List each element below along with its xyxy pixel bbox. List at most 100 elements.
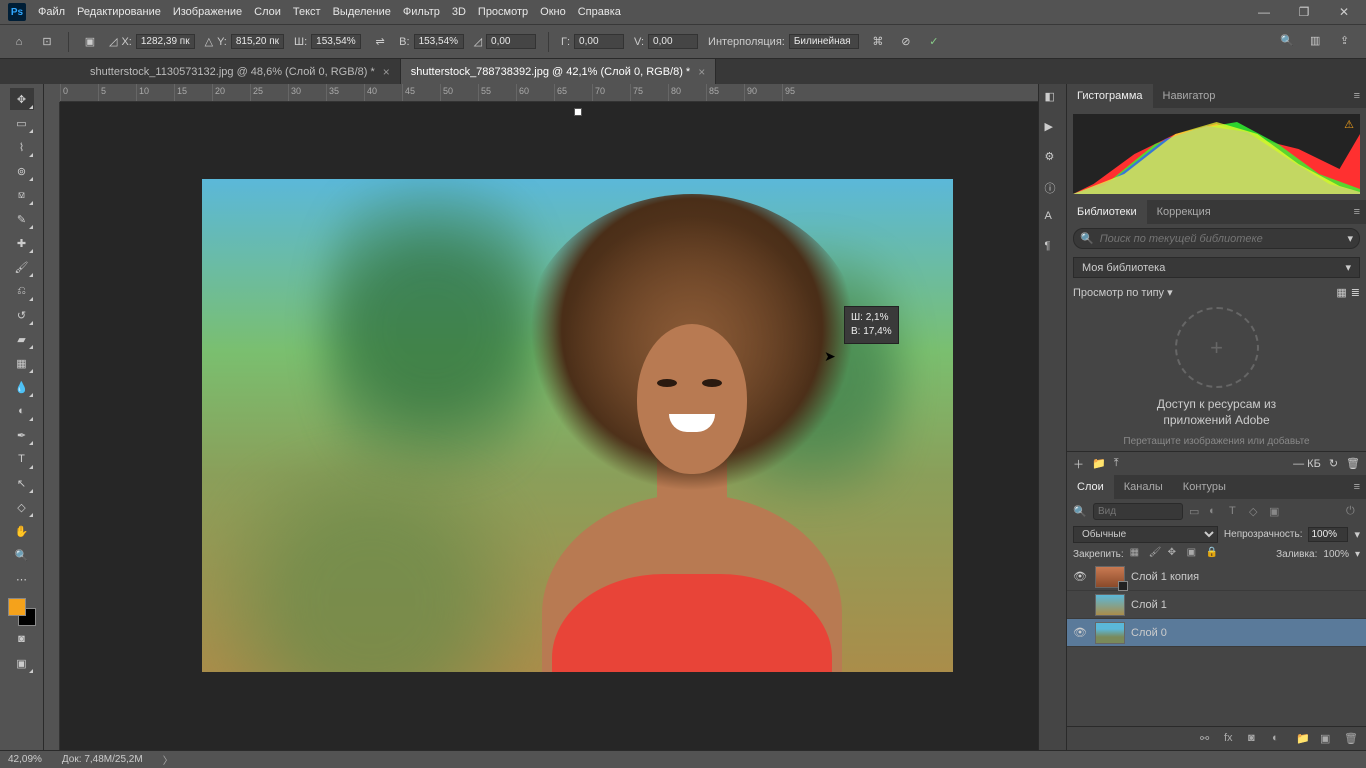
hand-tool[interactable]: ✋ [10,520,34,542]
layer-name[interactable]: Слой 1 [1131,599,1167,611]
add-icon[interactable]: ＋ [1073,456,1084,472]
layer-row[interactable]: Слой 1 [1067,591,1366,619]
layer-name[interactable]: Слой 1 копия [1131,571,1199,583]
color-swatches[interactable] [8,598,36,626]
transform-handle[interactable] [574,108,582,116]
lock-transparent-icon[interactable]: ▦ [1130,547,1144,561]
view-by-type[interactable]: Просмотр по типу ▾ [1073,286,1173,299]
lasso-tool[interactable]: ⌇ [10,136,34,158]
blur-tool[interactable]: 💧 [10,376,34,398]
transform-reference-icon[interactable]: ⊡ [38,33,56,51]
chevron-right-icon[interactable]: 〉 [163,752,173,767]
filter-smart-icon[interactable]: ▣ [1269,505,1283,519]
sync-icon[interactable]: ↻ [1329,457,1338,470]
filter-shape-icon[interactable]: ◇ [1249,505,1263,519]
shape-tool[interactable]: ◇ [10,496,34,518]
brush-tool[interactable]: 🖌 [10,256,34,278]
layer-name[interactable]: Слой 0 [1131,627,1167,639]
library-dropzone[interactable]: + Доступ к ресурсам из приложений Adobe … [1073,307,1360,447]
window-close-icon[interactable]: ✕ [1330,5,1358,19]
chevron-down-icon[interactable]: ▾ [1355,549,1360,560]
menu-select[interactable]: Выделение [333,6,391,18]
menu-help[interactable]: Справка [578,6,621,18]
dodge-tool[interactable]: ◐ [10,400,34,422]
reference-point-icon[interactable]: ▣ [81,33,99,51]
home-icon[interactable]: ⌂ [10,33,28,51]
filter-pixel-icon[interactable]: ▭ [1189,505,1203,519]
window-minimize-icon[interactable]: ― [1250,5,1278,19]
document-tab[interactable]: shutterstock_1130573132.jpg @ 48,6% (Сло… [80,59,401,84]
zoom-tool[interactable]: 🔍 [10,544,34,566]
fx-icon[interactable]: fx [1224,732,1238,746]
filter-toggle-icon[interactable]: ⏻ [1346,505,1360,519]
blend-mode-select[interactable]: Обычные [1073,526,1218,543]
panel-menu-icon[interactable]: ≡ [1348,206,1366,218]
layer-row[interactable]: 👁 Слой 1 копия [1067,563,1366,591]
share-icon[interactable]: ⇪ [1340,34,1356,50]
tab-channels[interactable]: Каналы [1114,475,1173,499]
menu-view[interactable]: Просмотр [478,6,528,18]
trash-icon[interactable]: 🗑 [1346,457,1360,470]
opacity-value[interactable]: 100% [1308,527,1348,542]
menu-type[interactable]: Текст [293,6,321,18]
library-search[interactable]: 🔍 ▾ [1073,228,1360,249]
input-width[interactable]: 153,54% [311,34,361,49]
history-panel-icon[interactable]: ◧ [1045,90,1061,106]
adjustment-icon[interactable]: ◐ [1272,732,1286,746]
pen-tool[interactable]: ✒ [10,424,34,446]
stamp-tool[interactable]: ⎌ [10,280,34,302]
dropdown-interp[interactable]: Билинейная [789,34,859,49]
document-tab[interactable]: shutterstock_788738392.jpg @ 42,1% (Слой… [401,59,716,84]
lock-artboard-icon[interactable]: ▣ [1187,547,1201,561]
library-search-input[interactable] [1100,233,1342,245]
input-height[interactable]: 153,54% [414,34,464,49]
crop-tool[interactable]: ⟏ [10,184,34,206]
tab-histogram[interactable]: Гистограмма [1067,84,1153,108]
list-view-icon[interactable]: ≣ [1351,286,1360,299]
delete-layer-icon[interactable]: 🗑 [1344,732,1358,746]
layer-thumbnail[interactable] [1095,622,1125,644]
document-canvas[interactable] [202,179,953,672]
filter-adjust-icon[interactable]: ◐ [1209,505,1223,519]
canvas-area[interactable]: 0 5 10 15 20 25 30 35 40 45 50 55 60 65 … [44,84,1038,750]
quick-select-tool[interactable]: ⊚ [10,160,34,182]
screenmode-icon[interactable]: ▣ [10,652,34,674]
tab-libraries[interactable]: Библиотеки [1067,200,1147,224]
window-restore-icon[interactable]: ❐ [1290,5,1318,19]
input-vskew[interactable]: 0,00 [648,34,698,49]
chevron-down-icon[interactable]: ▾ [1347,232,1353,245]
input-x[interactable]: 1282,39 пк [136,34,195,49]
input-y[interactable]: 815,20 пк [231,34,284,49]
arrange-icon[interactable]: ▥ [1310,34,1326,50]
fill-value[interactable]: 100% [1323,549,1349,560]
menu-file[interactable]: Файл [38,6,65,18]
healing-tool[interactable]: ✚ [10,232,34,254]
upload-icon[interactable]: ⤒ [1114,457,1119,470]
lock-pixels-icon[interactable]: 🖌 [1149,547,1163,561]
input-angle[interactable]: 0,00 [486,34,536,49]
visibility-icon[interactable] [1071,599,1089,611]
grid-view-icon[interactable]: ▦ [1336,286,1346,299]
tab-close-icon[interactable]: × [383,65,390,79]
commit-transform-icon[interactable]: ✓ [925,33,943,51]
mask-icon[interactable]: ◙ [1248,732,1262,746]
gradient-tool[interactable]: ▦ [10,352,34,374]
marquee-tool[interactable]: ▭ [10,112,34,134]
link-layers-icon[interactable]: ⚯ [1200,732,1214,746]
info-panel-icon[interactable]: ⓘ [1045,180,1061,196]
paragraph-panel-icon[interactable]: ¶ [1045,240,1061,256]
actions-panel-icon[interactable]: ▶ [1045,120,1061,136]
chevron-down-icon[interactable]: ▾ [1354,528,1360,541]
panel-menu-icon[interactable]: ≡ [1348,90,1366,102]
path-select-tool[interactable]: ↖ [10,472,34,494]
foreground-color[interactable] [8,598,26,616]
eraser-tool[interactable]: ▰ [10,328,34,350]
library-selector[interactable]: Моя библиотека ▾ [1073,257,1360,278]
warp-icon[interactable]: ⌘ [869,33,887,51]
menu-filter[interactable]: Фильтр [403,6,440,18]
new-layer-icon[interactable]: ▣ [1320,732,1334,746]
menu-layer[interactable]: Слои [254,6,281,18]
history-brush-tool[interactable]: ↺ [10,304,34,326]
warning-icon[interactable]: ⚠ [1344,118,1354,131]
tab-adjustments[interactable]: Коррекция [1147,200,1221,224]
